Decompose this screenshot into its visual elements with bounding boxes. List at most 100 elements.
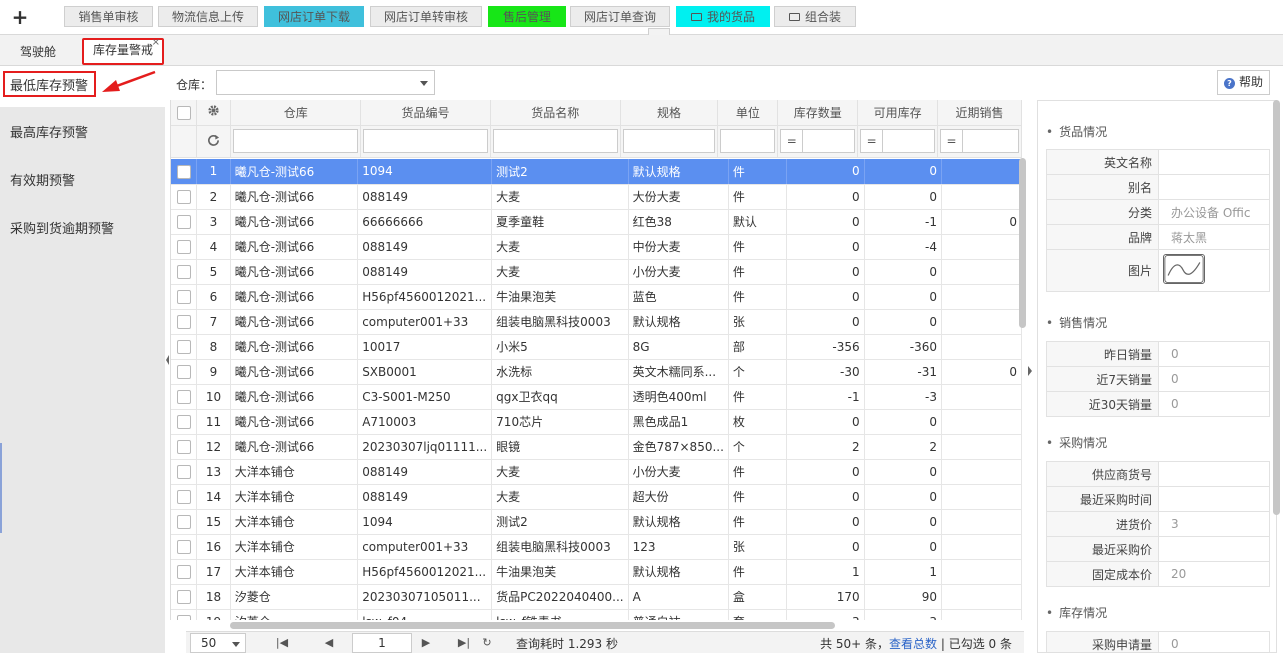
- row-checkbox[interactable]: [176, 539, 191, 554]
- top-tab[interactable]: 组合装: [774, 6, 856, 27]
- table-row[interactable]: 11 曦凡仓-测试66 A710003 710芯片 黑色成品1 枚 0 0: [171, 409, 1022, 435]
- table-row[interactable]: 2 曦凡仓-测试66 088149 大麦 大份大麦件 0 0: [171, 184, 1022, 210]
- row-checkbox[interactable]: [176, 364, 191, 379]
- image-placeholder-icon[interactable]: [1163, 254, 1205, 284]
- table-row[interactable]: 7 曦凡仓-测试66 computer001+33 组装电脑黑科技0003 默认规格张 0…: [171, 309, 1022, 335]
- filter-available[interactable]: =: [860, 129, 936, 153]
- filter-cell: =: [857, 125, 939, 158]
- column-header-unit[interactable]: 单位: [717, 100, 779, 126]
- row-checkbox[interactable]: [176, 339, 191, 354]
- filter-recent-sales-input[interactable]: [962, 129, 1019, 153]
- row-checkbox[interactable]: [176, 214, 191, 229]
- help-button[interactable]: ? 帮助: [1217, 70, 1270, 95]
- row-checkbox[interactable]: [176, 414, 191, 429]
- page-number-input[interactable]: 1: [352, 633, 412, 653]
- table-row[interactable]: 6 曦凡仓-测试66 H56pf4560012021... 牛油果泡芙 蓝色件 0 0: [171, 284, 1022, 310]
- filter-available-input[interactable]: [882, 129, 936, 153]
- row-checkbox[interactable]: [176, 164, 191, 179]
- table-row[interactable]: 9 曦凡仓-测试66 SXB0001 水洗标 英文木糯同系... 个 -30 -31 0: [171, 359, 1022, 385]
- filter-operator[interactable]: =: [940, 129, 963, 153]
- row-checkbox[interactable]: [176, 389, 191, 404]
- filter-code-input[interactable]: [363, 129, 488, 153]
- warehouse-select[interactable]: [216, 70, 435, 95]
- row-checkbox[interactable]: [176, 614, 191, 620]
- right-panel-collapse-handle-icon[interactable]: [1026, 360, 1034, 382]
- table-row[interactable]: 14 大洋本铺仓 088149 大麦 超大份件 0 0: [171, 484, 1022, 510]
- filter-operator[interactable]: =: [780, 129, 803, 153]
- row-checkbox[interactable]: [176, 239, 191, 254]
- prev-page-icon[interactable]: ◀: [321, 634, 337, 652]
- row-checkbox[interactable]: [176, 439, 191, 454]
- table-row[interactable]: 17 大洋本铺仓 H56pf4560012021... 牛油果泡芙 默认规格件 1 1: [171, 559, 1022, 585]
- top-tab[interactable]: 售后管理: [488, 6, 566, 27]
- collapse-header-handle[interactable]: [648, 28, 670, 35]
- column-header-available[interactable]: 可用库存: [857, 100, 939, 126]
- filter-warehouse-input[interactable]: [233, 129, 359, 153]
- grid-horizontal-scrollbar[interactable]: [230, 622, 835, 629]
- filter-unit-input[interactable]: [720, 129, 776, 153]
- refresh-icon[interactable]: ↻: [479, 634, 495, 652]
- grid-vertical-scrollbar[interactable]: [1019, 158, 1026, 328]
- table-row[interactable]: 4 曦凡仓-测试66 088149 大麦 中份大麦件 0 -4: [171, 234, 1022, 260]
- top-tab-label: 组合装: [804, 10, 841, 24]
- column-header-name[interactable]: 货品名称: [490, 100, 621, 126]
- gear-icon[interactable]: [207, 104, 220, 117]
- next-page-icon[interactable]: ▶: [418, 634, 434, 652]
- top-tab[interactable]: 网店订单转审核: [370, 6, 482, 27]
- tab-stock-alert[interactable]: 库存量警戒 ×: [82, 37, 164, 65]
- add-tab-button[interactable]: +: [11, 6, 29, 28]
- table-row[interactable]: 5 曦凡仓-测试66 088149 大麦 小份大麦件 0 0: [171, 259, 1022, 285]
- sidebar-item-label: 最高库存预警: [10, 126, 89, 141]
- table-row[interactable]: 12 曦凡仓-测试66 20230307ljq01111... 眼镜 金色787×850…: [171, 434, 1022, 460]
- table-row[interactable]: 18 汐菱仓 20230307105011... 货品PC2022040400... A…: [171, 584, 1022, 610]
- table-row[interactable]: 13 大洋本铺仓 088149 大麦 小份大麦件 0 0: [171, 459, 1022, 485]
- row-checkbox[interactable]: [176, 189, 191, 204]
- column-header-warehouse[interactable]: 仓库: [230, 100, 362, 126]
- panel-vertical-scrollbar[interactable]: [1273, 100, 1280, 515]
- filter-name-input[interactable]: [492, 129, 618, 153]
- top-tab[interactable]: 销售单审核: [64, 6, 153, 27]
- row-checkbox[interactable]: [176, 589, 191, 604]
- table-row[interactable]: 19汐菱仓lsw_f04...lsw_f铁青书普通白袜套33: [171, 609, 1022, 620]
- view-total-link[interactable]: 查看总数: [889, 637, 937, 651]
- table-row[interactable]: 16 大洋本铺仓 computer001+33 组装电脑黑科技0003 123 张 0 0: [171, 534, 1022, 560]
- row-checkbox[interactable]: [176, 314, 191, 329]
- top-tab[interactable]: 我的货品: [676, 6, 770, 27]
- top-tab[interactable]: 网店订单下载: [264, 6, 364, 27]
- tab-dashboard[interactable]: 驾驶舱: [6, 40, 70, 65]
- cell-unit: 件: [728, 159, 788, 185]
- column-header-recent-sales[interactable]: 近期销售: [937, 100, 1022, 126]
- row-checkbox[interactable]: [176, 564, 191, 579]
- filter-spec-input[interactable]: [622, 129, 716, 153]
- refresh-icon[interactable]: [207, 133, 220, 146]
- filter-stock-qty-input[interactable]: [802, 129, 856, 153]
- table-row[interactable]: 3 曦凡仓-测试66 66666666 夏季童鞋 红色38 默认 0 -1 0: [171, 209, 1022, 235]
- row-checkbox[interactable]: [176, 289, 191, 304]
- column-header-spec[interactable]: 规格: [620, 100, 719, 126]
- row-checkbox[interactable]: [176, 264, 191, 279]
- row-checkbox[interactable]: [176, 464, 191, 479]
- row-checkbox[interactable]: [176, 514, 191, 529]
- column-header-code[interactable]: 货品编号: [360, 100, 491, 126]
- top-tab[interactable]: 物流信息上传: [158, 6, 258, 27]
- select-all-checkbox[interactable]: [176, 105, 191, 120]
- table-row[interactable]: 15 大洋本铺仓 1094 测试2 默认规格件 0 0: [171, 509, 1022, 535]
- page-size-value: 50: [201, 636, 217, 650]
- row-checkbox[interactable]: [176, 489, 191, 504]
- page-size-select[interactable]: 50: [190, 633, 246, 653]
- close-icon[interactable]: ×: [152, 37, 160, 49]
- row-select-cell: [171, 209, 198, 235]
- sidebar-item-expiry[interactable]: 有效期预警: [0, 162, 165, 202]
- top-tab[interactable]: 网店订单查询: [570, 6, 670, 27]
- table-row[interactable]: 10 曦凡仓-测试66 C3-S001-M250 qgx卫衣qq 透明色400ml 件 -1…: [171, 384, 1022, 410]
- sidebar-item-purchase-overdue[interactable]: 采购到货逾期预警: [0, 210, 165, 250]
- last-page-icon[interactable]: ▶|: [456, 634, 472, 652]
- filter-stock-qty[interactable]: =: [780, 129, 856, 153]
- column-header-stock-qty[interactable]: 库存数量: [777, 100, 859, 126]
- filter-operator[interactable]: =: [860, 129, 883, 153]
- sidebar-item-max-stock[interactable]: 最高库存预警: [0, 114, 165, 154]
- first-page-icon[interactable]: |◀: [274, 634, 290, 652]
- table-row[interactable]: 1 曦凡仓-测试66 1094 测试2 默认规格件 0 0: [171, 159, 1022, 185]
- filter-recent-sales[interactable]: =: [940, 129, 1019, 153]
- table-row[interactable]: 8 曦凡仓-测试66 10017 小米5 8G 部 -356 -360: [171, 334, 1022, 360]
